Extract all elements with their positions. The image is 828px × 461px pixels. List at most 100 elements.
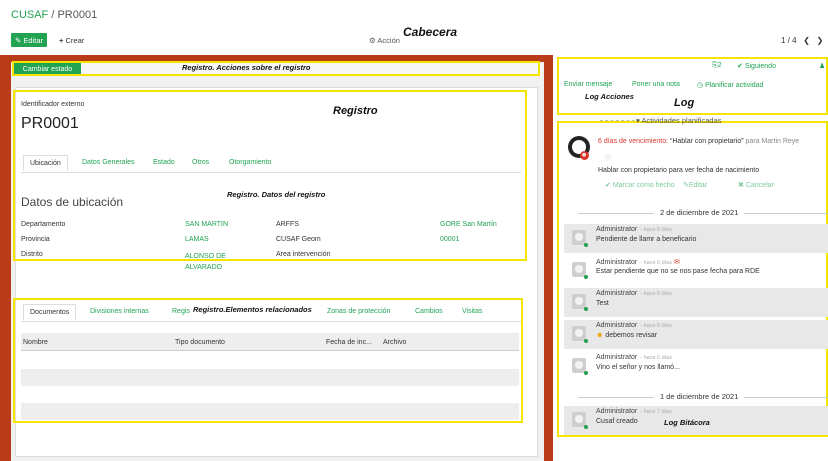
emoji-icon: ☻ [596, 332, 604, 339]
record-title: PR0001 [21, 115, 79, 132]
pager: 1 / 4 ❮ ❯ [781, 36, 823, 45]
table-row [21, 403, 519, 420]
caret-down-icon: ▾ [636, 116, 640, 125]
message-body: Pendiente de llamr a beneficario [596, 236, 697, 243]
info-icon[interactable]: ⓘ [605, 153, 611, 162]
tab-ubicacion[interactable]: Ubicación [23, 155, 68, 171]
activity-summary: 6 días de vencimiento: “Hablar con propi… [598, 138, 799, 145]
date-separator: 2 de diciembre de 2021 [654, 208, 745, 217]
divider [600, 120, 640, 121]
field-value[interactable]: ALONSO DE ALVARADO [185, 251, 255, 273]
message-time: - hace 6 días [640, 355, 673, 361]
message: Administrator - hace 6 días Test [564, 288, 828, 317]
following-label: Siguiendo [744, 63, 776, 70]
message-time: - hace 6 días [640, 291, 673, 297]
planned-activities-header[interactable]: ▾ Actividades planificadas [636, 116, 721, 125]
activity-title: “Hablar con propietario” [670, 138, 744, 145]
field-label: CUSAF Geom [276, 236, 321, 243]
planned-activities-label: Actividades planificadas [641, 116, 722, 125]
tab-zonas-proteccion[interactable]: Zonas de protección [327, 308, 390, 315]
tab-divisiones-internas[interactable]: Divisiones internas [90, 308, 149, 315]
online-status-icon [584, 371, 588, 375]
gear-icon: ⚙ [369, 36, 376, 45]
cancel-activity-label: Cancelar [745, 182, 774, 189]
column-header[interactable]: Archivo [383, 339, 406, 346]
tab-registro[interactable]: Regis [172, 308, 190, 315]
tab-documentos[interactable]: Documentos [23, 304, 77, 320]
mark-done-button[interactable]: ✔ Marcar como hecho [605, 181, 675, 189]
column-header[interactable]: Tipo documento [175, 339, 225, 346]
person-icon[interactable]: ♟ [819, 62, 825, 70]
message-author: Administrator [596, 354, 638, 361]
online-status-icon [584, 425, 588, 429]
message-time: - hace 6 días [640, 323, 673, 329]
annotation-record-data: Registro. Datos del registro [227, 190, 326, 199]
column-header[interactable]: Nombre [23, 339, 48, 346]
edit-label: Editar [23, 35, 43, 45]
clock-icon: ◷ [697, 82, 704, 89]
annotation-log-actions: Log Acciones [585, 92, 634, 101]
message-body: Test [596, 300, 609, 307]
breadcrumb-root[interactable]: CUSAF [11, 9, 48, 21]
message-time: - hace 6 días [640, 260, 673, 266]
edit-button[interactable]: ✎ Editar [11, 33, 47, 47]
field-label: Departamento [21, 221, 66, 228]
field-value[interactable]: 00001 [440, 236, 459, 243]
action-label: Acción [377, 36, 400, 45]
annotation-actions: Registro. Acciones sobre el registro [182, 63, 311, 72]
message-body: debemos revisar [605, 332, 658, 339]
plus-icon: + [59, 36, 64, 45]
breadcrumb: CUSAF / PR0001 [11, 9, 97, 21]
message-body: Vino el señor y nos llamó... [596, 364, 680, 371]
edit-activity-button[interactable]: ✎Editar [683, 181, 707, 189]
tab-otros[interactable]: Otros [192, 159, 209, 166]
activity-assignee: para Martin Reye [745, 138, 800, 145]
field-value[interactable]: GORE San Martín [440, 221, 497, 228]
message-time: - hace 6 días [640, 227, 673, 233]
online-status-icon [584, 243, 588, 247]
cancel-activity-button[interactable]: ✖ Cancelar [738, 181, 774, 189]
field-label: Distrito [21, 251, 43, 258]
tab-otorgamiento[interactable]: Otorgamiento [229, 159, 271, 166]
field-value[interactable]: SAN MARTIN [185, 221, 228, 228]
message: Administrator - hace 6 días ✉ Estar pendie… [564, 256, 828, 285]
message: Administrator - hace 6 días Vino el señor … [564, 352, 828, 381]
annotation-related: Registro.Elementos relacionados [193, 305, 312, 314]
field-label: ARFFS [276, 221, 299, 228]
message-author: Administrator [596, 408, 638, 415]
following-button[interactable]: ✔ Siguiendo [737, 62, 776, 70]
tab-datos-generales[interactable]: Datos Generales [82, 159, 135, 166]
annotation-record: Registro [333, 105, 378, 117]
field-label: Provincia [21, 236, 50, 243]
followers-count[interactable]: ⎘2 [712, 62, 722, 70]
tab-divider [21, 321, 521, 322]
send-message-button[interactable]: Enviar mensaje [564, 81, 612, 88]
alarm-icon: ⏰ [580, 151, 589, 160]
action-menu[interactable]: ⚙ Acción [369, 36, 400, 45]
create-button[interactable]: + Crear [59, 36, 84, 45]
field-value[interactable]: LAMAS [185, 236, 209, 243]
message: Administrator - hace 6 días ☻ debemos revi… [564, 320, 828, 349]
column-header[interactable]: Fecha de inc... [326, 339, 372, 346]
pager-value: 1 / 4 [781, 36, 797, 45]
check-icon: ✔ [605, 182, 611, 189]
log-note-button[interactable]: Poner una nota [632, 81, 680, 88]
chevron-right-icon[interactable]: ❯ [817, 36, 824, 45]
schedule-activity-label: Planificar actividad [705, 82, 764, 89]
message-author: Administrator [596, 322, 638, 329]
date-separator: 1 de diciembre de 2021 [654, 392, 745, 401]
tab-estado[interactable]: Estado [153, 159, 175, 166]
tab-divider [21, 172, 521, 173]
control-panel: CUSAF / PR0001 ✎ Editar + Crear ⚙ Acción… [0, 0, 828, 55]
chevron-left-icon[interactable]: ❮ [803, 36, 810, 45]
message-author: Administrator [596, 290, 638, 297]
field-label: Area intervención [276, 251, 331, 258]
tab-visitas[interactable]: Visitas [462, 308, 483, 315]
mark-done-label: Marcar como hecho [612, 182, 675, 189]
annotation-cabecera: Cabecera [403, 25, 458, 39]
message-time: - hace 7 días [640, 409, 673, 415]
breadcrumb-current: PR0001 [57, 9, 98, 21]
activity-due: 6 días de vencimiento: [598, 138, 669, 145]
tab-cambios[interactable]: Cambios [415, 308, 443, 315]
schedule-activity-button[interactable]: ◷ Planificar actividad [697, 81, 763, 89]
